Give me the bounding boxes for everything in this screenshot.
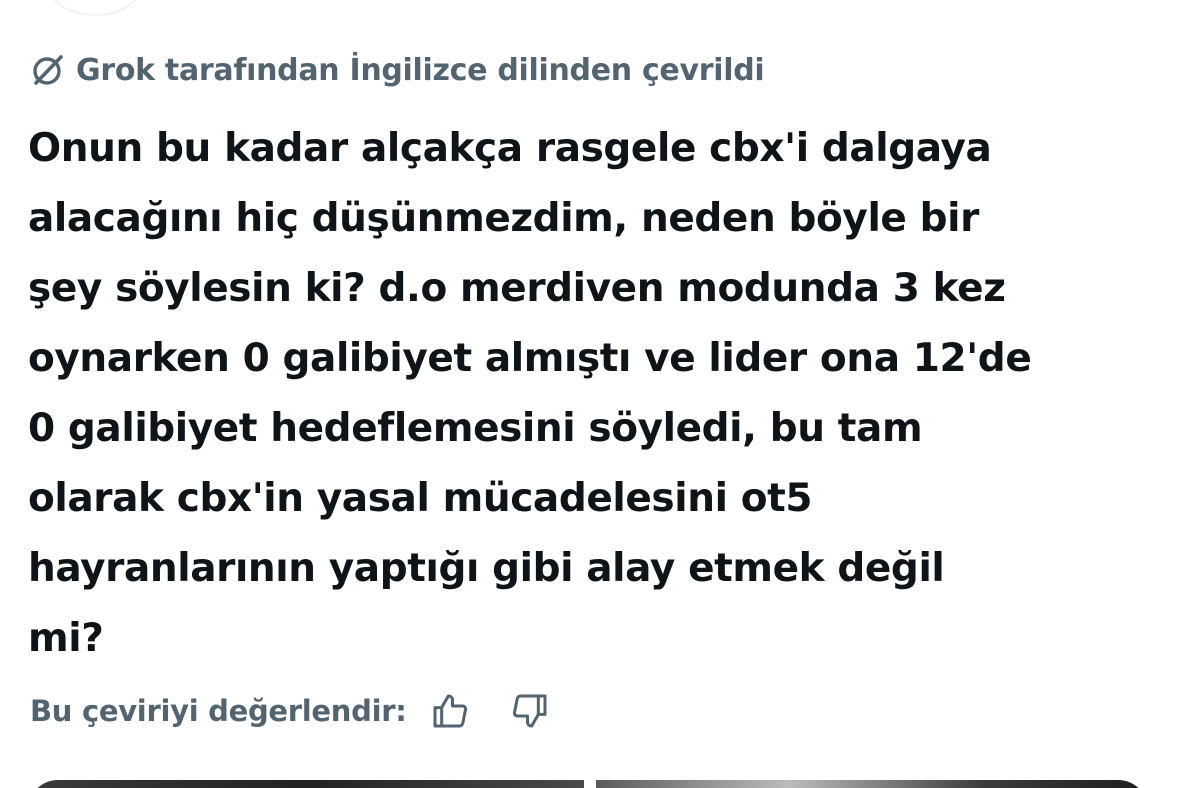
tweet-text-line: şey söylesin ki? d.o merdiven modunda 3 … bbox=[28, 266, 1006, 311]
tweet-text: Onun bu kadar alçakça rasgele cbx'i dalg… bbox=[28, 114, 1163, 674]
tweet-text-line: Onun bu kadar alçakça rasgele cbx'i dalg… bbox=[28, 126, 992, 171]
tweet-text-line: 0 galibiyet hedeflemesini söyledi, bu ta… bbox=[28, 406, 923, 451]
tweet-detail-page: Grok tarafından İngilizce dilinden çevri… bbox=[0, 0, 1178, 788]
media-image[interactable] bbox=[596, 780, 1148, 788]
grok-icon bbox=[30, 52, 66, 88]
translation-rating: Bu çeviriyi değerlendir: bbox=[30, 688, 553, 734]
rate-translation-label: Bu çeviriyi değerlendir: bbox=[30, 694, 407, 728]
media-preview-row bbox=[28, 780, 1148, 788]
thumbs-up-button[interactable] bbox=[427, 688, 473, 734]
tweet-text-line: olarak cbx'in yasal mücadelesini ot5 bbox=[28, 476, 813, 521]
tweet-text-line: alacağını hiç düşünmezdim, neden böyle b… bbox=[28, 196, 979, 241]
tweet-text-line: mi? bbox=[28, 616, 104, 661]
thumbs-down-icon bbox=[512, 694, 547, 728]
thumbs-down-button[interactable] bbox=[507, 688, 553, 734]
translation-attribution-text: Grok tarafından İngilizce dilinden çevri… bbox=[76, 52, 765, 88]
media-image[interactable] bbox=[28, 780, 584, 788]
tweet-text-line: hayranlarının yaptığı gibi alay etmek de… bbox=[28, 546, 945, 591]
thumbs-up-icon bbox=[433, 694, 467, 728]
translation-attribution: Grok tarafından İngilizce dilinden çevri… bbox=[30, 52, 765, 88]
avatar[interactable] bbox=[48, 0, 142, 16]
tweet-text-line: oynarken 0 galibiyet almıştı ve lider on… bbox=[28, 336, 1032, 381]
